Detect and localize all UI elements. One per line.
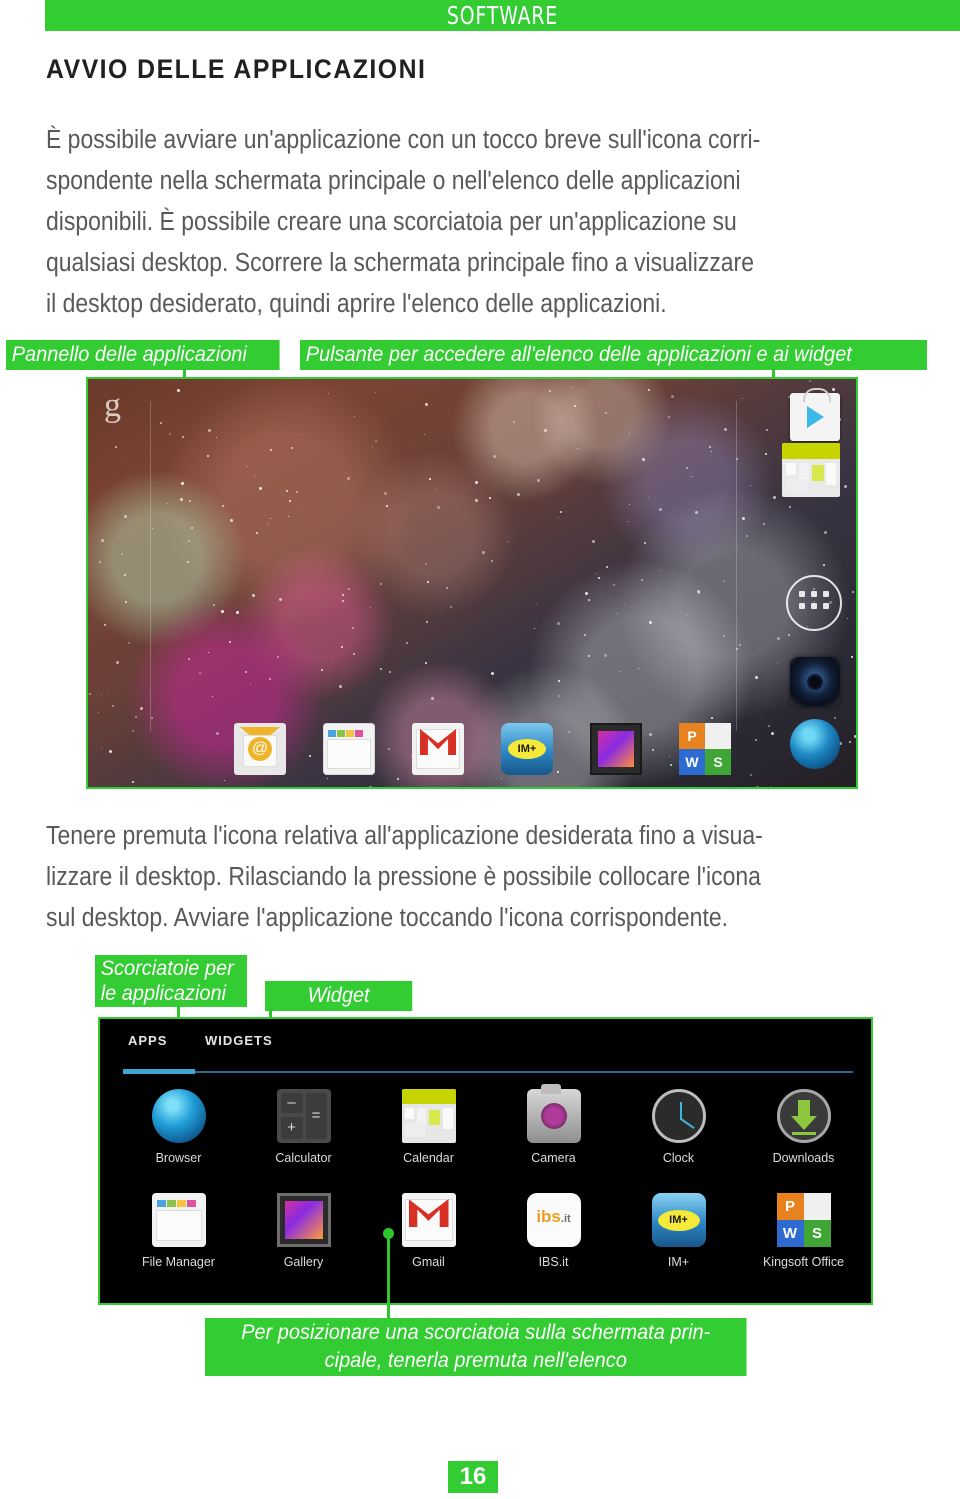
app-label: IM+: [667, 1255, 690, 1269]
intro-paragraph: È possibile avviare un'applicazione con …: [46, 120, 760, 325]
home-dock: @ IM+ P W S: [88, 717, 856, 783]
middle-line: sul desktop. Avviare l'applicazione tocc…: [46, 904, 728, 932]
page-title: AVVIO DELLE APPLICAZIONI: [46, 54, 427, 84]
leader-dot-gmail: [383, 1228, 394, 1239]
middle-paragraph: Tenere premuta l'icona relativa all'appl…: [46, 816, 763, 939]
app-row: Browser – + = Calculator Calendar Camera…: [100, 1084, 871, 1193]
app-label: Camera: [531, 1151, 576, 1165]
browser-globe-icon: [151, 1089, 206, 1143]
speaker-icon[interactable]: [790, 657, 840, 707]
column-separator-left: [150, 401, 151, 731]
im-plus-icon: IM+: [651, 1193, 706, 1247]
callout-drawer-button: Pulsante per accedere all'elenco delle a…: [300, 340, 927, 370]
callout-widget: Widget: [265, 981, 413, 1011]
camera-icon: [526, 1084, 581, 1143]
play-store-icon[interactable]: [790, 388, 840, 441]
app-label: Kingsoft Office: [762, 1255, 845, 1269]
leader-line-bottom-note: [387, 1232, 390, 1322]
intro-line: spondente nella schermata principale o n…: [46, 167, 741, 195]
tab-widgets[interactable]: WIDGETS: [205, 1033, 273, 1048]
intro-line: È possibile avviare un'applicazione con …: [46, 126, 761, 154]
callout-app-panel: Pannello delle applicazioni: [6, 340, 280, 370]
app-label: Browser: [155, 1151, 202, 1165]
app-cell-clock[interactable]: Clock: [614, 1089, 743, 1165]
app-label: Gmail: [412, 1255, 445, 1269]
app-cell-calculator[interactable]: – + = Calculator: [239, 1089, 368, 1165]
gmail-icon: [401, 1193, 456, 1247]
file-manager-icon[interactable]: [323, 723, 375, 775]
kingsoft-office-icon: P W S: [776, 1193, 831, 1247]
column-separator-right: [736, 401, 737, 731]
app-label: File Manager: [142, 1255, 215, 1269]
app-cell-file-manager[interactable]: File Manager: [114, 1193, 243, 1269]
middle-line: Tenere premuta l'icona relativa all'appl…: [46, 822, 763, 850]
app-cell-gallery[interactable]: Gallery: [239, 1193, 368, 1269]
app-label: Calculator: [275, 1151, 332, 1165]
clock-icon: [651, 1089, 706, 1143]
app-label: Clock: [662, 1151, 695, 1165]
app-drawer-button[interactable]: [786, 575, 842, 631]
section-header-bar: SOFTWARE: [45, 0, 960, 31]
tab-apps[interactable]: APPS: [128, 1033, 167, 1048]
app-cell-downloads[interactable]: Downloads: [739, 1089, 868, 1165]
home-screen-screenshot: g @ IM+ P W S: [86, 377, 858, 789]
intro-line: il desktop desiderato, quindi aprire l'e…: [46, 290, 667, 318]
callout-app-shortcuts: Scorciatoie per le applicazioni: [95, 955, 247, 1007]
tab-active-indicator: [123, 1069, 195, 1074]
intro-line: qualsiasi desktop. Scorrere la schermata…: [46, 249, 754, 277]
gallery-icon: [276, 1193, 331, 1247]
tab-underline-rule: [123, 1071, 853, 1073]
google-search-logo: g: [104, 387, 121, 424]
app-cell-camera[interactable]: Camera: [489, 1084, 618, 1165]
file-manager-icon: [151, 1193, 206, 1247]
gmail-icon[interactable]: [412, 723, 464, 775]
app-cell-ibs[interactable]: ibs.it IBS.it: [489, 1193, 618, 1269]
app-cell-kingsoft[interactable]: P W S Kingsoft Office: [739, 1193, 868, 1269]
calendar-widget[interactable]: [782, 443, 840, 497]
middle-line: lizzare il desktop. Rilasciando la press…: [46, 863, 761, 891]
callout-bottom-note: Per posizionare una scorciatoia sulla sc…: [205, 1318, 747, 1376]
app-drawer-screenshot: APPS WIDGETS Browser – + = Calculator Ca…: [98, 1017, 873, 1305]
app-grid: Browser – + = Calculator Calendar Camera…: [100, 1084, 871, 1297]
downloads-icon: [776, 1089, 831, 1143]
ibs-it-icon: ibs.it: [526, 1193, 581, 1247]
app-row: File Manager Gallery Gmail ibs.it IBS.it…: [100, 1193, 871, 1297]
im-plus-icon[interactable]: IM+: [501, 723, 553, 775]
app-cell-browser[interactable]: Browser: [114, 1089, 243, 1165]
email-icon[interactable]: @: [234, 723, 286, 775]
gallery-icon[interactable]: [590, 723, 642, 775]
intro-line: disponibili. È possibile creare una scor…: [46, 208, 737, 236]
app-label: Calendar: [403, 1151, 454, 1165]
page-number: 16: [448, 1461, 498, 1493]
app-label: IBS.it: [538, 1255, 569, 1269]
app-drawer-tabs: APPS WIDGETS: [100, 1019, 871, 1067]
app-cell-calendar[interactable]: Calendar: [364, 1089, 493, 1165]
app-cell-implus[interactable]: IM+ IM+: [614, 1193, 743, 1269]
section-label: SOFTWARE: [446, 1, 559, 30]
app-label: Gallery: [283, 1255, 324, 1269]
app-label: Downloads: [772, 1151, 835, 1165]
calendar-icon: [401, 1089, 456, 1143]
calculator-icon: – + =: [276, 1089, 331, 1143]
kingsoft-office-icon[interactable]: P W S: [679, 723, 731, 775]
